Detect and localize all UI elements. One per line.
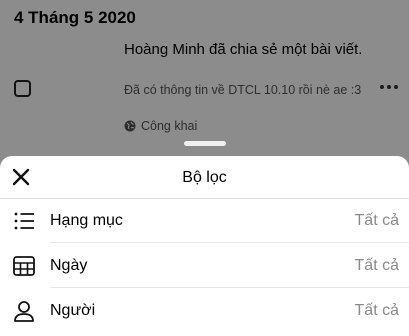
filter-row-label: Hạng mục <box>50 212 123 229</box>
filter-row-category[interactable]: Hạng mục Tất cả <box>0 199 409 243</box>
sheet-header: Bộ lọc <box>0 156 409 198</box>
row-divider <box>50 287 409 288</box>
filter-row-label: Ngày <box>50 257 88 274</box>
filter-row-value: Tất cả <box>354 257 399 274</box>
filter-row-date[interactable]: Ngày Tất cả <box>0 244 409 288</box>
list-icon <box>14 212 34 230</box>
sheet-title: Bộ lọc <box>182 169 227 186</box>
row-divider <box>50 242 409 243</box>
filter-row-person[interactable]: Người Tất cả <box>0 289 409 333</box>
person-icon <box>14 301 34 322</box>
filter-row-value: Tất cả <box>354 302 399 319</box>
calendar-icon <box>13 256 35 276</box>
filter-row-value: Tất cả <box>354 212 399 229</box>
filter-row-label: Người <box>50 302 96 319</box>
sheet-drag-handle[interactable] <box>184 141 226 146</box>
filter-sheet: Bộ lọc Hạng mục Tất cả Ngày Tất cả Người… <box>0 156 409 336</box>
